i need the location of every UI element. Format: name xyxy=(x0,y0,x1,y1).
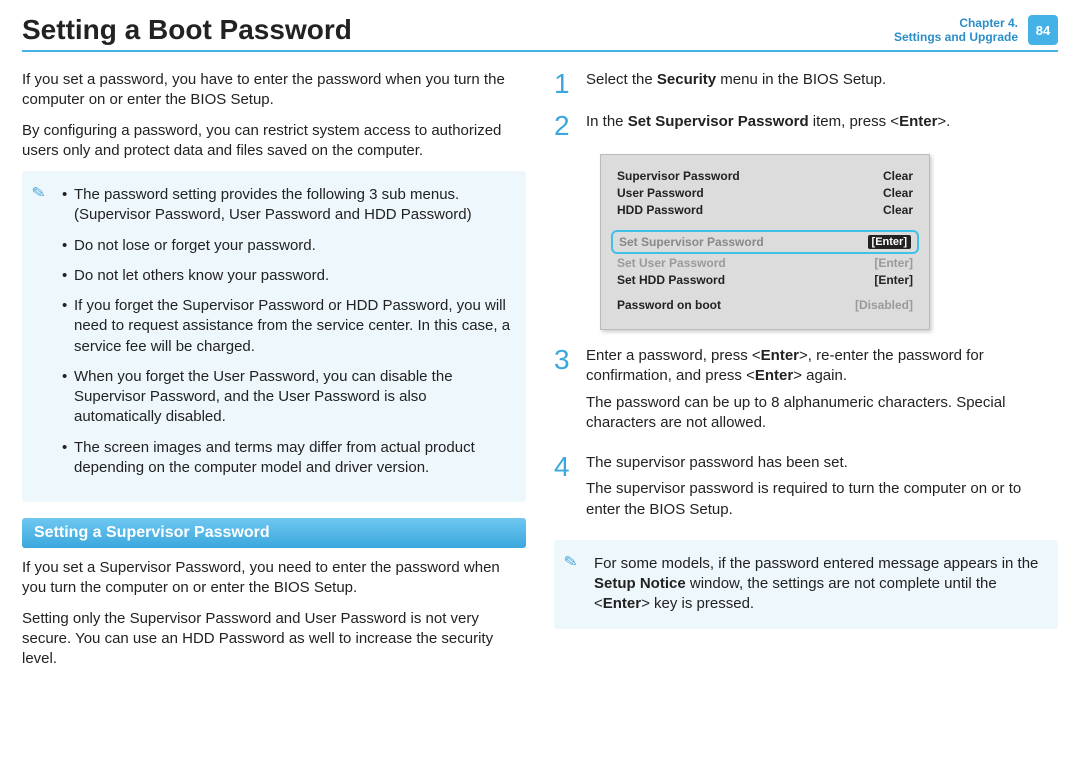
bottom-note-box: ✎ For some models, if the password enter… xyxy=(554,540,1058,629)
bios-screenshot: Supervisor PasswordClear User PasswordCl… xyxy=(600,154,930,330)
bios-row-hdd: HDD PasswordClear xyxy=(617,203,913,217)
step-4: 4 The supervisor password has been set. … xyxy=(554,453,1058,526)
bios-row-supervisor: Supervisor PasswordClear xyxy=(617,169,913,183)
content-columns: If you set a password, you have to enter… xyxy=(22,70,1058,679)
chapter-label: Chapter 4. Settings and Upgrade xyxy=(894,16,1018,45)
step-number: 3 xyxy=(554,346,576,439)
bios-row-set-hdd: Set HDD Password[Enter] xyxy=(617,273,913,287)
intro-para-2: By configuring a password, you can restr… xyxy=(22,121,526,162)
step-2: 2 In the Set Supervisor Password item, p… xyxy=(554,112,1058,140)
chapter-line1: Chapter 4. xyxy=(894,16,1018,30)
step-3: 3 Enter a password, press <Enter>, re-en… xyxy=(554,346,1058,439)
step-body: Enter a password, press <Enter>, re-ente… xyxy=(586,346,1058,439)
left-column: If you set a password, you have to enter… xyxy=(22,70,526,679)
note-item: If you forget the Supervisor Password or… xyxy=(62,296,512,357)
bios-row-set-supervisor: Set Supervisor Password[Enter] xyxy=(619,235,911,249)
notes-list: The password setting provides the follow… xyxy=(62,185,512,478)
step-2-text: In the Set Supervisor Password item, pre… xyxy=(586,112,1058,132)
chapter-line2: Settings and Upgrade xyxy=(894,30,1018,44)
note-icon: ✎ xyxy=(562,551,579,573)
step-body: Select the Security menu in the BIOS Set… xyxy=(586,70,1058,98)
step-3-text-b: The password can be up to 8 alphanumeric… xyxy=(586,393,1058,434)
step-body: In the Set Supervisor Password item, pre… xyxy=(586,112,1058,140)
bios-row-password-on-boot: Password on boot[Disabled] xyxy=(617,298,913,312)
bios-row-user: User PasswordClear xyxy=(617,186,913,200)
bios-row-set-user: Set User Password[Enter] xyxy=(617,256,913,270)
page-number-badge: 84 xyxy=(1028,15,1058,45)
page-root: Setting a Boot Password Chapter 4. Setti… xyxy=(0,0,1080,701)
step-3-text-a: Enter a password, press <Enter>, re-ente… xyxy=(586,346,1058,387)
step-4-text-a: The supervisor password has been set. xyxy=(586,453,1058,473)
supervisor-para-1: If you set a Supervisor Password, you ne… xyxy=(22,558,526,599)
step-1: 1 Select the Security menu in the BIOS S… xyxy=(554,70,1058,98)
bottom-note-text: For some models, if the password entered… xyxy=(594,554,1044,615)
note-item: When you forget the User Password, you c… xyxy=(62,367,512,428)
note-item: Do not lose or forget your password. xyxy=(62,236,512,256)
note-icon: ✎ xyxy=(30,182,47,204)
step-body: The supervisor password has been set. Th… xyxy=(586,453,1058,526)
step-number: 2 xyxy=(554,112,576,140)
step-4-text-b: The supervisor password is required to t… xyxy=(586,479,1058,520)
note-item: The password setting provides the follow… xyxy=(62,185,512,226)
page-header: Setting a Boot Password Chapter 4. Setti… xyxy=(22,14,1058,52)
step-number: 1 xyxy=(554,70,576,98)
chapter-wrap: Chapter 4. Settings and Upgrade 84 xyxy=(894,15,1058,45)
step-number: 4 xyxy=(554,453,576,526)
intro-para-1: If you set a password, you have to enter… xyxy=(22,70,526,111)
page-title: Setting a Boot Password xyxy=(22,14,352,46)
notes-box: ✎ The password setting provides the foll… xyxy=(22,171,526,502)
step-1-text: Select the Security menu in the BIOS Set… xyxy=(586,70,1058,90)
note-item: The screen images and terms may differ f… xyxy=(62,438,512,479)
supervisor-para-2: Setting only the Supervisor Password and… xyxy=(22,609,526,670)
note-item: Do not let others know your password. xyxy=(62,266,512,286)
right-column: 1 Select the Security menu in the BIOS S… xyxy=(554,70,1058,679)
bios-highlight-row: Set Supervisor Password[Enter] xyxy=(611,230,919,254)
section-heading-supervisor: Setting a Supervisor Password xyxy=(22,518,526,548)
